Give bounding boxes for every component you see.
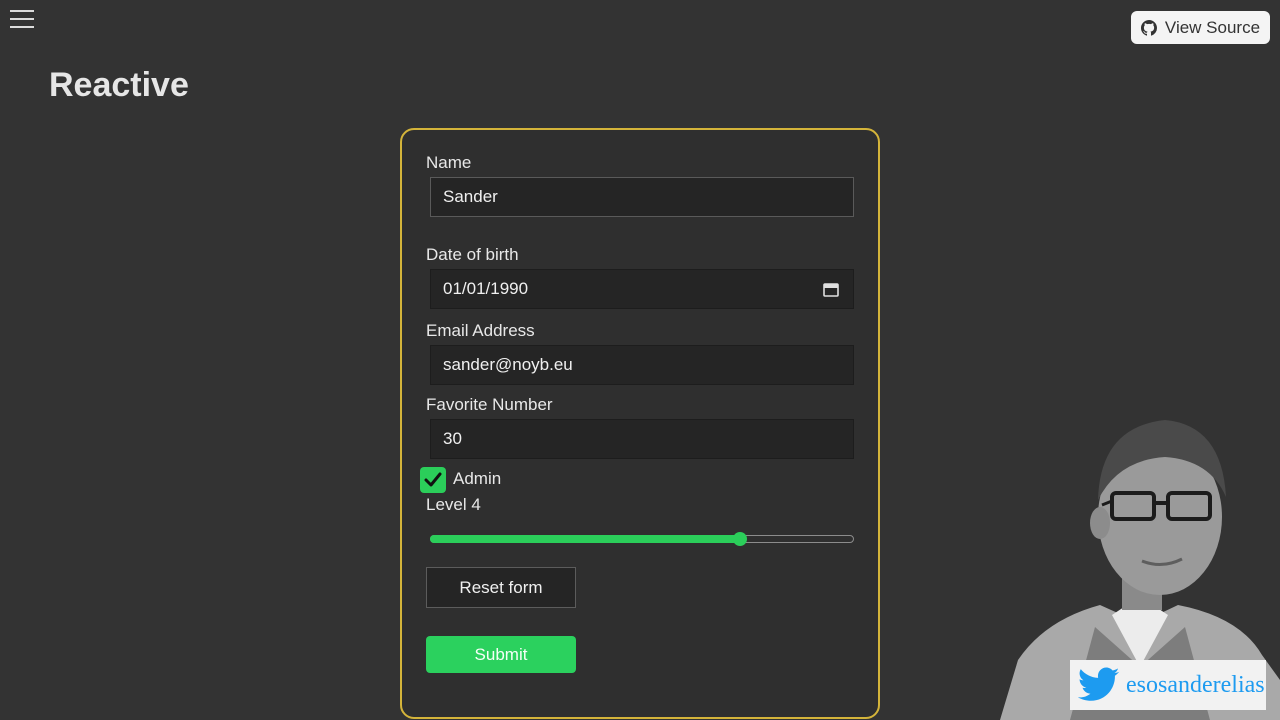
email-label: Email Address	[426, 321, 535, 340]
view-source-label: View Source	[1164, 17, 1261, 37]
level-label: Level 4	[426, 495, 481, 514]
admin-label: Admin	[453, 469, 502, 488]
admin-checkbox[interactable]	[420, 467, 446, 493]
submit-button[interactable]: Submit	[426, 636, 576, 673]
reset-form-label: Reset form	[459, 577, 543, 597]
twitter-badge[interactable]: esosanderelias	[1070, 660, 1266, 710]
favorite-number-value: 30	[443, 429, 462, 448]
slider-thumb[interactable]	[732, 532, 747, 546]
twitter-handle: esosanderelias	[1126, 671, 1265, 698]
dob-input[interactable]: 01/01/1990	[430, 269, 854, 309]
submit-label: Submit	[474, 644, 528, 664]
view-source-button[interactable]: View Source	[1131, 11, 1270, 44]
page-title: Reactive	[49, 66, 189, 104]
email-input[interactable]: sander@noyb.eu	[430, 345, 854, 385]
slider-fill	[430, 535, 740, 543]
reset-form-button[interactable]: Reset form	[426, 567, 576, 608]
twitter-bird-icon	[1078, 667, 1120, 701]
name-input[interactable]: Sander	[430, 177, 854, 217]
dob-input-value: 01/01/1990	[443, 279, 529, 298]
name-label: Name	[426, 153, 472, 172]
form-card: Name Sander Date of birth 01/01/1990 Ema…	[400, 128, 880, 719]
dob-label: Date of birth	[426, 245, 519, 264]
checkmark-icon	[424, 472, 442, 487]
email-input-value: sander@noyb.eu	[443, 355, 573, 374]
hamburger-menu-icon[interactable]	[10, 10, 34, 28]
favorite-number-input[interactable]: 30	[430, 419, 854, 459]
favorite-number-label: Favorite Number	[426, 395, 553, 414]
name-input-value: Sander	[443, 187, 498, 206]
github-icon	[1140, 19, 1157, 36]
calendar-icon[interactable]	[823, 282, 839, 297]
level-slider[interactable]	[430, 530, 854, 548]
